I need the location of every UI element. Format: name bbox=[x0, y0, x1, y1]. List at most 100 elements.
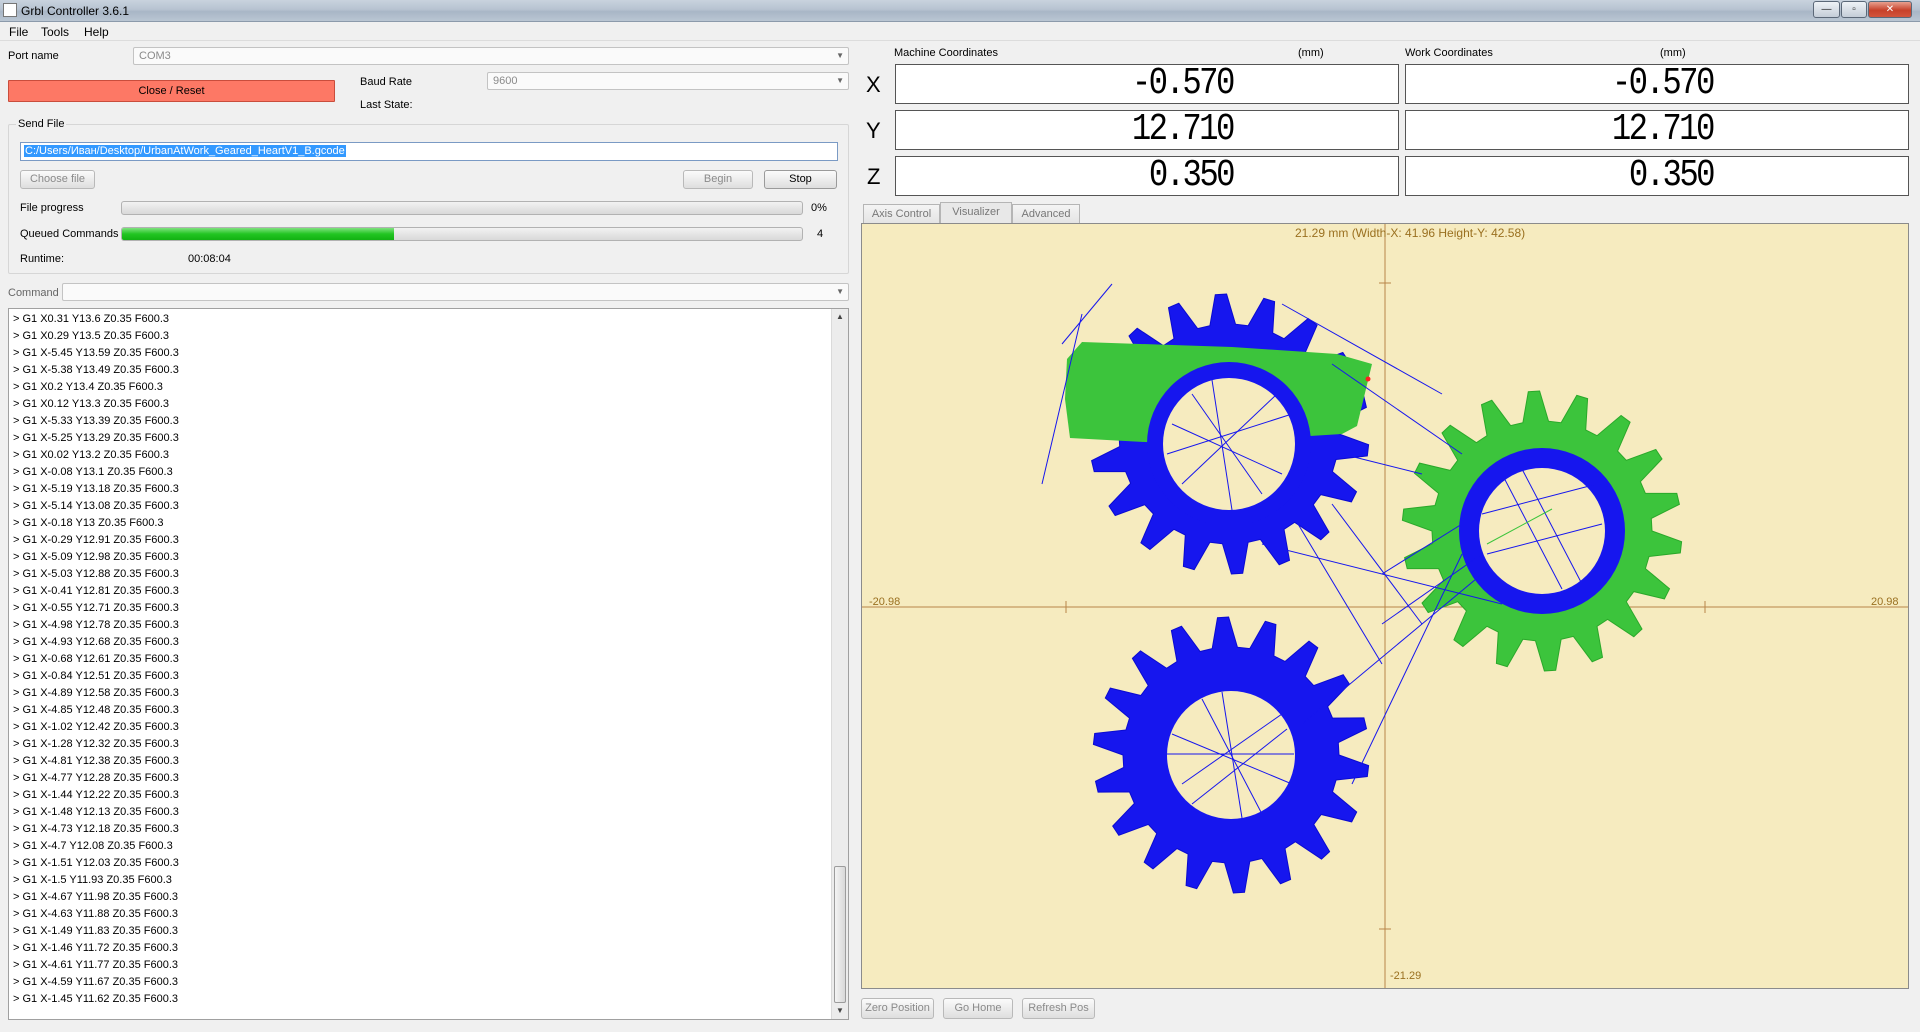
gear-bottom bbox=[1092, 616, 1370, 894]
stop-button[interactable]: Stop bbox=[764, 170, 837, 189]
console-output[interactable]: > G1 X0.31 Y13.6 Z0.35 F600.3 > G1 X0.29 … bbox=[8, 308, 849, 1020]
gear-top-left bbox=[1065, 293, 1372, 575]
scroll-up-arrow-icon[interactable]: ▲ bbox=[832, 309, 848, 325]
work-y-display: 12.710 bbox=[1405, 110, 1909, 150]
console-line: > G1 X-1.46 Y11.72 Z0.35 F600.3 bbox=[13, 942, 179, 954]
machine-y-value: 12.710 bbox=[1131, 110, 1236, 150]
axis-y-label: Y bbox=[866, 118, 881, 143]
console-line: > G1 X-1.49 Y11.83 Z0.35 F600.3 bbox=[13, 925, 179, 937]
command-input[interactable]: ▼ bbox=[62, 283, 849, 301]
console-line: > G1 X-5.14 Y13.08 Z0.35 F600.3 bbox=[13, 500, 179, 512]
file-path-field[interactable]: C:/Users/Иван/Desktop/UrbanAtWork_Geared… bbox=[20, 142, 838, 161]
tool-position-marker bbox=[1365, 376, 1371, 382]
console-line: > G1 X-5.25 Y13.29 Z0.35 F600.3 bbox=[13, 432, 179, 444]
command-label: Command bbox=[8, 287, 59, 299]
work-coordinates-label: Work Coordinates bbox=[1405, 47, 1493, 59]
toolpath-canvas bbox=[862, 224, 1908, 988]
console-line: > G1 X-4.89 Y12.58 Z0.35 F600.3 bbox=[13, 687, 179, 699]
refresh-pos-button[interactable]: Refresh Pos bbox=[1022, 998, 1095, 1019]
machine-z-display: 0.350 bbox=[895, 156, 1399, 196]
minimize-button[interactable]: — bbox=[1813, 1, 1840, 18]
console-line: > G1 X-0.84 Y12.51 Z0.35 F600.3 bbox=[13, 670, 179, 682]
console-line: > G1 X-0.08 Y13.1 Z0.35 F600.3 bbox=[13, 466, 173, 478]
machine-z-value: 0.350 bbox=[1148, 156, 1236, 196]
go-home-button[interactable]: Go Home bbox=[943, 998, 1013, 1019]
last-state-label: Last State: bbox=[360, 99, 413, 111]
close-window-button[interactable]: ✕ bbox=[1868, 1, 1912, 18]
console-line: > G1 X-1.44 Y12.22 Z0.35 F600.3 bbox=[13, 789, 179, 801]
file-progress-text: 0% bbox=[811, 202, 827, 214]
menu-help[interactable]: Help bbox=[84, 25, 109, 39]
console-line: > G1 X-0.29 Y12.91 Z0.35 F600.3 bbox=[13, 534, 179, 546]
runtime-label: Runtime: bbox=[20, 253, 65, 265]
console-line: > G1 X-4.63 Y11.88 Z0.35 F600.3 bbox=[13, 908, 179, 920]
runtime-value: 00:08:04 bbox=[188, 253, 231, 265]
port-name-label: Port name bbox=[8, 50, 59, 62]
queued-commands-fill bbox=[122, 228, 394, 240]
work-x-display: -0.570 bbox=[1405, 64, 1909, 104]
app-icon bbox=[3, 3, 17, 17]
baud-rate-select[interactable]: 9600 ▼ bbox=[487, 72, 849, 90]
console-line: > G1 X-4.85 Y12.48 Z0.35 F600.3 bbox=[13, 704, 179, 716]
close-reset-button[interactable]: Close / Reset bbox=[8, 80, 335, 102]
console-line: > G1 X-4.93 Y12.68 Z0.35 F600.3 bbox=[13, 636, 179, 648]
maximize-button[interactable]: ▫ bbox=[1841, 1, 1867, 18]
axis-x-label: X bbox=[866, 72, 881, 97]
console-line: > G1 X-1.5 Y11.93 Z0.35 F600.3 bbox=[13, 874, 172, 886]
menu-file[interactable]: File bbox=[9, 25, 28, 39]
gear-right bbox=[1401, 390, 1683, 672]
grbl-controller-window: Grbl Controller 3.6.1 — ▫ ✕ File Tools H… bbox=[0, 0, 1920, 1032]
console-line: > G1 X0.2 Y13.4 Z0.35 F600.3 bbox=[13, 381, 163, 393]
console-line: > G1 X-4.59 Y11.67 Z0.35 F600.3 bbox=[13, 976, 179, 988]
send-file-label: Send File bbox=[16, 118, 67, 130]
work-z-display: 0.350 bbox=[1405, 156, 1909, 196]
console-line: > G1 X-5.19 Y13.18 Z0.35 F600.3 bbox=[13, 483, 179, 495]
console-line: > G1 X0.31 Y13.6 Z0.35 F600.3 bbox=[13, 313, 170, 325]
console-line: > G1 X-4.98 Y12.78 Z0.35 F600.3 bbox=[13, 619, 179, 631]
machine-coordinates-label: Machine Coordinates bbox=[894, 47, 998, 59]
file-path-text: C:/Users/Иван/Desktop/UrbanAtWork_Geared… bbox=[24, 145, 346, 157]
axis-z-label: Z bbox=[867, 164, 881, 189]
chevron-down-icon: ▼ bbox=[836, 287, 844, 296]
console-line: > G1 X-4.77 Y12.28 Z0.35 F600.3 bbox=[13, 772, 179, 784]
console-line: > G1 X-0.68 Y12.61 Z0.35 F600.3 bbox=[13, 653, 179, 665]
tab-axis-control[interactable]: Axis Control bbox=[863, 204, 940, 224]
console-line: > G1 X-1.02 Y12.42 Z0.35 F600.3 bbox=[13, 721, 179, 733]
console-scrollbar[interactable]: ▲ ▼ bbox=[831, 309, 848, 1019]
work-unit-label: (mm) bbox=[1660, 47, 1686, 59]
chevron-down-icon: ▼ bbox=[836, 76, 844, 85]
console-line: > G1 X-5.03 Y12.88 Z0.35 F600.3 bbox=[13, 568, 179, 580]
console-line: > G1 X-1.48 Y12.13 Z0.35 F600.3 bbox=[13, 806, 179, 818]
queued-commands-count: 4 bbox=[817, 228, 824, 240]
console-line: > G1 X-0.18 Y13 Z0.35 F600.3 bbox=[13, 517, 164, 529]
console-line: > G1 X-4.73 Y12.18 Z0.35 F600.3 bbox=[13, 823, 179, 835]
baud-rate-value: 9600 bbox=[493, 75, 518, 87]
machine-x-value: -0.570 bbox=[1131, 64, 1236, 104]
y-min-label: -21.29 bbox=[1390, 970, 1422, 982]
file-progress-label: File progress bbox=[20, 202, 84, 214]
begin-button[interactable]: Begin bbox=[683, 170, 753, 189]
console-line: > G1 X-1.51 Y12.03 Z0.35 F600.3 bbox=[13, 857, 179, 869]
file-progress-bar bbox=[121, 201, 803, 215]
console-line: > G1 X0.29 Y13.5 Z0.35 F600.3 bbox=[13, 330, 170, 342]
menu-tools[interactable]: Tools bbox=[41, 25, 69, 39]
x-min-label: -20.98 bbox=[869, 596, 901, 608]
scroll-down-arrow-icon[interactable]: ▼ bbox=[832, 1003, 848, 1019]
console-line: > G1 X0.02 Y13.2 Z0.35 F600.3 bbox=[13, 449, 170, 461]
queued-commands-bar bbox=[121, 227, 803, 241]
tab-advanced[interactable]: Advanced bbox=[1012, 204, 1080, 224]
port-name-value: COM3 bbox=[139, 50, 171, 62]
console-line: > G1 X-4.81 Y12.38 Z0.35 F600.3 bbox=[13, 755, 179, 767]
x-max-label: 20.98 bbox=[1871, 596, 1899, 608]
port-name-select[interactable]: COM3 ▼ bbox=[133, 47, 849, 65]
console-line: > G1 X-5.45 Y13.59 Z0.35 F600.3 bbox=[13, 347, 179, 359]
visualizer-panel[interactable]: 21.29 mm (Width-X: 41.96 Height-Y: 42.58… bbox=[861, 223, 1909, 989]
console-line: > G1 X-0.41 Y12.81 Z0.35 F600.3 bbox=[13, 585, 179, 597]
zero-position-button[interactable]: Zero Position bbox=[861, 998, 934, 1019]
console-line: > G1 X-4.61 Y11.77 Z0.35 F600.3 bbox=[13, 959, 179, 971]
choose-file-button[interactable]: Choose file bbox=[20, 170, 95, 189]
console-line: > G1 X-1.45 Y11.62 Z0.35 F600.3 bbox=[13, 993, 179, 1005]
machine-y-display: 12.710 bbox=[895, 110, 1399, 150]
scrollbar-thumb[interactable] bbox=[834, 866, 846, 1003]
tab-visualizer[interactable]: Visualizer bbox=[940, 202, 1012, 224]
